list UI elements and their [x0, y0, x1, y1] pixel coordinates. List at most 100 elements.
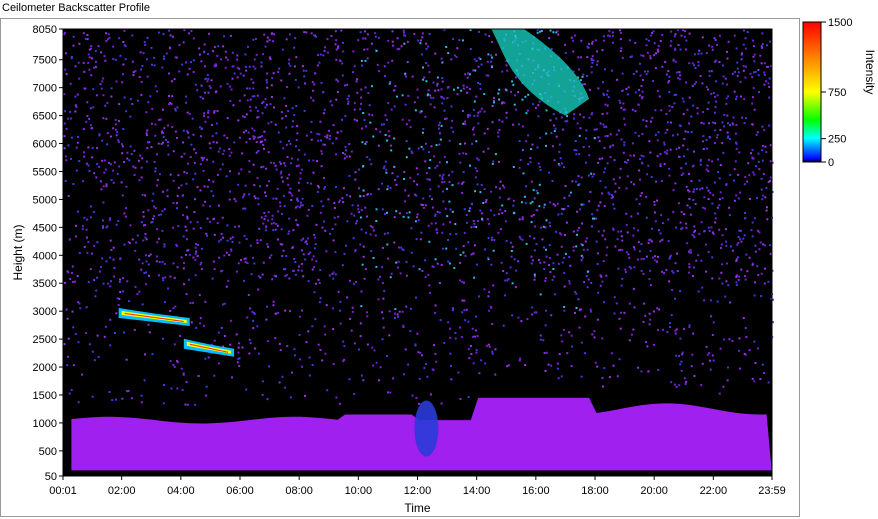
noise-speck — [710, 226, 713, 229]
noise-speck — [585, 74, 588, 77]
noise-speck — [229, 170, 231, 173]
noise-speck — [94, 65, 97, 68]
noise-speck — [587, 278, 590, 281]
noise-speck — [356, 78, 359, 81]
noise-speck — [488, 222, 491, 225]
noise-speck — [259, 185, 261, 188]
noise-speck — [485, 74, 488, 77]
noise-speck — [301, 197, 304, 200]
noise-speck — [361, 141, 364, 144]
noise-speck — [336, 131, 339, 134]
noise-speck — [112, 169, 115, 172]
noise-speck — [753, 53, 756, 56]
noise-speck — [345, 155, 348, 158]
noise-speck — [299, 358, 302, 361]
noise-speck — [252, 319, 255, 322]
noise-speck — [204, 120, 207, 123]
noise-speck — [85, 306, 88, 309]
noise-speck — [681, 226, 684, 229]
noise-speck — [171, 95, 174, 98]
noise-speck — [708, 74, 711, 77]
noise-speck — [119, 257, 122, 260]
noise-speck — [174, 305, 177, 308]
noise-speck — [722, 125, 725, 128]
noise-speck — [106, 143, 109, 146]
noise-speck — [563, 285, 566, 288]
noise-speck — [218, 147, 221, 150]
noise-speck — [714, 221, 717, 224]
noise-speck — [571, 345, 573, 348]
noise-speck — [191, 301, 194, 304]
noise-speck — [203, 185, 206, 188]
noise-speck — [385, 168, 388, 171]
noise-speck — [759, 54, 762, 57]
noise-speck — [733, 199, 736, 202]
noise-speck — [451, 170, 454, 173]
noise-speck — [419, 351, 422, 354]
noise-speck — [190, 30, 193, 32]
noise-speck — [462, 171, 465, 173]
noise-speck — [715, 100, 717, 103]
noise-speck — [657, 131, 660, 134]
noise-speck — [147, 323, 150, 326]
noise-speck — [656, 139, 659, 142]
noise-speck — [611, 144, 614, 147]
noise-speck — [371, 114, 374, 117]
noise-speck — [724, 228, 727, 231]
noise-speck — [138, 290, 141, 293]
noise-speck — [474, 176, 477, 179]
noise-speck — [593, 173, 595, 176]
noise-speck — [67, 194, 70, 197]
noise-speck — [359, 216, 362, 219]
noise-speck — [666, 149, 669, 152]
noise-speck — [720, 271, 723, 274]
noise-speck — [688, 271, 691, 274]
noise-speck — [337, 290, 340, 293]
noise-speck — [708, 158, 711, 161]
noise-speck — [358, 348, 360, 351]
noise-speck — [678, 354, 681, 357]
noise-speck — [511, 314, 514, 317]
noise-speck — [708, 122, 710, 125]
noise-speck — [91, 57, 93, 60]
noise-speck — [706, 353, 709, 356]
noise-speck — [187, 32, 190, 35]
noise-speck — [70, 117, 73, 120]
noise-speck — [597, 230, 600, 233]
noise-speck — [463, 231, 466, 234]
noise-speck — [585, 137, 588, 140]
noise-speck — [475, 351, 478, 354]
noise-speck — [404, 72, 407, 75]
noise-speck — [705, 139, 708, 141]
noise-speck — [694, 67, 697, 69]
noise-speck — [249, 244, 252, 247]
noise-speck — [579, 113, 582, 116]
noise-speck — [86, 236, 88, 239]
noise-speck — [647, 164, 650, 167]
noise-speck — [568, 194, 571, 197]
noise-speck — [680, 360, 683, 363]
noise-speck — [87, 240, 90, 243]
noise-speck — [198, 294, 201, 297]
noise-speck — [411, 394, 414, 397]
noise-speck — [150, 122, 153, 125]
noise-speck — [672, 59, 675, 62]
noise-speck — [519, 159, 522, 161]
noise-speck — [615, 133, 618, 136]
noise-speck — [254, 347, 257, 350]
noise-speck — [162, 402, 165, 405]
noise-speck — [537, 162, 540, 165]
noise-speck — [213, 268, 216, 271]
noise-speck — [726, 83, 729, 86]
noise-speck — [748, 349, 751, 352]
noise-speck — [590, 225, 593, 228]
noise-speck — [291, 194, 294, 197]
noise-speck — [475, 315, 478, 318]
noise-speck — [237, 183, 240, 186]
noise-speck — [200, 261, 203, 264]
noise-speck — [332, 271, 335, 274]
noise-speck — [586, 270, 589, 273]
noise-speck — [88, 48, 91, 51]
noise-speck — [693, 53, 696, 56]
noise-speck — [539, 338, 542, 341]
